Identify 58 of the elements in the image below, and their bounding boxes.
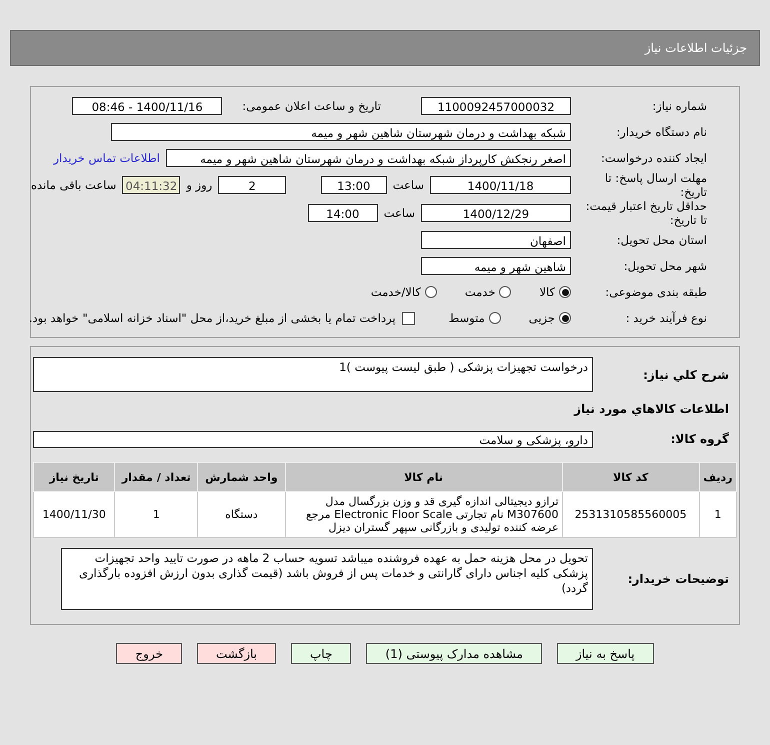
- table-cell: 1400/11/30: [34, 492, 115, 538]
- column-header: واحد شمارش: [198, 462, 286, 492]
- column-header: نام کالا: [285, 462, 562, 492]
- requester-field: اصغر رنجکش کارپرداز شبکه بهداشت و درمان شهرستان شاهین شهر و میمه: [166, 149, 571, 167]
- action-button[interactable]: بازگشت: [197, 643, 276, 664]
- table-cell: 2531310585560005: [562, 492, 700, 538]
- remaining-time-field: 04:11:32: [122, 176, 180, 194]
- summary-field: درخواست تجهیزات پزشکی ( طبق لیست پیوست )1: [33, 357, 593, 392]
- action-button[interactable]: پاسخ به نیاز: [556, 643, 654, 664]
- payment-label: پرداخت تمام یا بخشی از مبلغ خرید،از محل "اسناد خزانه اسلامی" خواهد بود.: [28, 311, 396, 325]
- contact-link[interactable]: اطلاعات تماس خریدار: [53, 151, 160, 165]
- action-button[interactable]: خروج: [116, 643, 182, 664]
- action-button[interactable]: مشاهده مدارک پیوستی (1): [366, 643, 542, 664]
- validity-time-field: 14:00: [308, 204, 378, 222]
- field-label: تاریخ و ساعت اعلان عمومی:: [242, 99, 381, 113]
- deadline-date-field: 1400/11/18: [430, 176, 571, 194]
- action-button[interactable]: چاپ: [291, 643, 352, 664]
- column-header: تعداد / مقدار: [114, 462, 198, 492]
- province-field: اصفهان: [421, 231, 571, 249]
- column-header: کد کالا: [562, 462, 700, 492]
- validity-date-field: 1400/12/29: [421, 204, 571, 222]
- buyer-field: شبکه بهداشت و درمان شهرستان شاهین شهر و میمه: [111, 123, 571, 141]
- city-field: شاهین شهر و میمه: [421, 257, 571, 275]
- radio-label: متوسط: [448, 311, 485, 325]
- radio-label: جزیی: [528, 311, 555, 325]
- need-number-field: 1100092457000032: [421, 97, 571, 115]
- days-field: 2: [218, 176, 286, 194]
- field-label: حداقل تاریخ اعتبار قیمت: تا تاریخ:: [584, 199, 707, 227]
- deadline-time-field: 13:00: [320, 176, 387, 194]
- field-label: طبقه بندی موضوعی:: [604, 285, 707, 299]
- field-label: مهلت ارسال پاسخ: تا تاریخ:: [604, 171, 707, 199]
- page-title: جزئیات اطلاعات نیاز: [644, 41, 747, 55]
- field-label: توضیحات خریدار:: [626, 572, 729, 586]
- table-cell: 1: [114, 492, 198, 538]
- field-label: ساعت باقی مانده: [31, 178, 116, 192]
- field-label: روز و: [186, 178, 212, 192]
- field-label: گروه کالا:: [670, 432, 729, 446]
- field-label: ساعت: [384, 206, 415, 220]
- group-field: دارو، پزشکی و سلامت: [33, 430, 593, 448]
- field-label: شرح كلي نياز:: [642, 368, 729, 382]
- radio-label: کالا/خدمت: [370, 285, 421, 299]
- field-label: ساعت: [392, 178, 424, 192]
- radio-label: خدمت: [464, 285, 496, 299]
- column-header: تاریخ نیاز: [34, 462, 115, 492]
- notes-field: تحویل در محل هزینه حمل به عهده فروشنده میباشد تسویه حساب 2 ماهه در صورت تایید واحد تجهیزات پزشکی کلیه اجناس دارای گارانتی و خدمات پس از فروش باشد (قیمت گذاری بدون ارزش افزوده بارگذاری گردد): [61, 548, 593, 610]
- table-cell: ترازو دیجیتالی اندازه گیری قد و وزن بزرگسال مدل M307600 نام تجارتی Electronic Floor Scale مرجع عرضه کننده تولیدی و بازرگانی سپهر گستران دیزل: [285, 492, 562, 538]
- field-label: نوع فرآیند خرید :: [624, 311, 707, 325]
- field-label: شماره نیاز:: [651, 99, 707, 113]
- field-label: اطلاعات كالاهاي مورد نياز: [574, 402, 729, 416]
- table-cell: دستگاه: [198, 492, 286, 538]
- announce-date-field: 1400/11/16 - 08:46: [72, 97, 222, 115]
- field-label: نام دستگاه خریدار:: [615, 125, 707, 139]
- column-header: ردیف: [699, 462, 736, 492]
- field-label: استان محل تحویل:: [616, 233, 707, 247]
- field-label: شهر محل تحویل:: [622, 259, 707, 273]
- radio-label: کالا: [539, 285, 555, 299]
- field-label: ایجاد کننده درخواست:: [600, 151, 707, 165]
- table-cell: 1: [699, 492, 736, 538]
